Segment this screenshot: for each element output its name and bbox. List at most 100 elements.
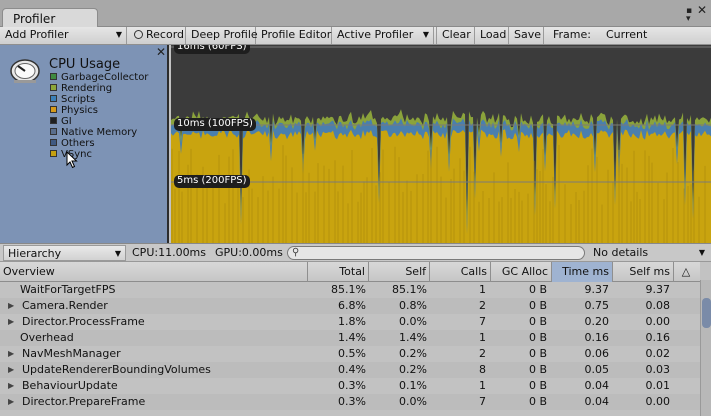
row-name: Camera.Render: [22, 299, 108, 312]
expand-arrow-icon[interactable]: ▶: [8, 314, 14, 330]
legend-item-native-memory[interactable]: Native Memory: [50, 127, 137, 138]
record-toggle[interactable]: Record: [129, 27, 186, 44]
cell-calls: 2: [479, 347, 486, 360]
legend-label: Scripts: [61, 94, 96, 105]
expand-arrow-icon[interactable]: ▶: [8, 346, 14, 362]
expand-arrow-icon[interactable]: ▶: [8, 394, 14, 410]
cell-calls: 8: [479, 363, 486, 376]
fps-label-100: 10ms (100FPS): [174, 118, 256, 131]
column-header-total[interactable]: Total: [308, 262, 369, 282]
column-header-time-ms[interactable]: Time ms: [552, 262, 613, 282]
cell-self: 0.0%: [399, 315, 427, 328]
search-input[interactable]: ⚲: [287, 246, 585, 260]
hierarchy-toolbar: Hierarchy ▼ CPU:11.00ms GPU:0.00ms ⚲ No d…: [0, 243, 711, 262]
warning-triangle-icon[interactable]: △: [676, 264, 696, 280]
column-header-self-ms[interactable]: Self ms: [613, 262, 674, 282]
table-row[interactable]: ▶ BehaviourUpdate 0.3% 0.1% 1 0 B 0.04 0.01: [0, 378, 700, 394]
cell-self-ms: 0.08: [645, 299, 671, 312]
row-name: WaitForTargetFPS: [20, 283, 116, 296]
legend-item-garbagecollector[interactable]: GarbageCollector: [50, 72, 148, 83]
column-header-calls[interactable]: Calls: [430, 262, 491, 282]
legend-swatch: [50, 128, 57, 135]
profiler-window-tab[interactable]: Profiler: [2, 8, 98, 27]
expand-arrow-icon[interactable]: ▶: [8, 378, 14, 394]
window-close-icon[interactable]: ✕: [697, 3, 707, 17]
cell-gc-alloc: 0 B: [528, 347, 547, 360]
clear-button[interactable]: Clear: [436, 27, 475, 44]
column-header-self[interactable]: Self: [369, 262, 430, 282]
cell-self-ms: 0.16: [645, 331, 671, 344]
legend-label: Physics: [61, 105, 98, 116]
table-row[interactable]: ▶ Director.PrepareFrame 0.3% 0.0% 7 0 B 0.04 0.…: [0, 394, 700, 410]
cell-total: 85.1%: [331, 283, 366, 296]
details-dropdown[interactable]: No details ▼: [589, 245, 709, 261]
view-mode-dropdown[interactable]: Hierarchy ▼: [3, 245, 126, 261]
legend-item-physics[interactable]: Physics: [50, 105, 98, 116]
save-button[interactable]: Save: [509, 27, 544, 44]
legend-item-scripts[interactable]: Scripts: [50, 94, 95, 105]
cell-self: 1.4%: [399, 331, 427, 344]
table-row[interactable]: ▶ UpdateRendererBoundingVolumes 0.4% 0.2% 8 0…: [0, 362, 700, 378]
legend-item-others[interactable]: Others: [50, 138, 95, 149]
profiler-toolbar: Add Profiler ▼ Record Deep Profile Profil…: [0, 27, 711, 45]
deep-profile-label: Deep Profile: [191, 28, 258, 41]
profiler-hierarchy-table: Overview Total Self Calls GC Alloc Time …: [0, 262, 711, 416]
cpu-graph-plot: [171, 46, 711, 243]
add-profiler-dropdown[interactable]: Add Profiler ▼: [0, 27, 127, 44]
frame-value[interactable]: Current: [606, 27, 647, 43]
active-profiler-label: Active Profiler: [337, 28, 414, 41]
cell-calls: 7: [479, 395, 486, 408]
cell-time-ms: 0.06: [584, 347, 610, 360]
view-mode-label: Hierarchy: [8, 247, 62, 260]
legend-label: GarbageCollector: [61, 72, 149, 83]
cpu-usage-graph[interactable]: 16ms (60FPS) 10ms (100FPS) 5ms (200FPS): [171, 45, 711, 243]
cell-self: 0.0%: [399, 395, 427, 408]
legend-swatch: [50, 84, 57, 91]
expand-arrow-icon[interactable]: ▶: [8, 362, 14, 378]
table-row[interactable]: Overhead 1.4% 1.4% 1 0 B 0.16 0.16: [0, 330, 700, 346]
cpu-legend-panel[interactable]: CPU Usage ✕ GarbageCollector Rendering Scr…: [0, 45, 169, 243]
save-label: Save: [514, 28, 542, 41]
cpu-usage-title: CPU Usage: [49, 57, 121, 72]
cell-gc-alloc: 0 B: [528, 299, 547, 312]
expand-arrow-icon[interactable]: ▶: [8, 298, 14, 314]
legend-item-rendering[interactable]: Rendering: [50, 83, 112, 94]
table-header: Overview Total Self Calls GC Alloc Time …: [0, 262, 700, 282]
record-icon: [134, 30, 143, 39]
cpu-time-readout: CPU:11.00ms: [132, 246, 207, 259]
legend-swatch: [50, 139, 57, 146]
cell-time-ms: 0.05: [584, 363, 610, 376]
cell-self: 0.2%: [399, 363, 427, 376]
cell-gc-alloc: 0 B: [528, 315, 547, 328]
legend-swatch: [50, 95, 57, 102]
gpu-time-readout: GPU:0.00ms: [215, 246, 283, 259]
column-header-gc-alloc[interactable]: GC Alloc: [491, 262, 552, 282]
window-menu-icon[interactable]: ▪ ▾: [686, 7, 692, 24]
active-profiler-dropdown[interactable]: Active Profiler ▼: [332, 27, 434, 44]
mouse-cursor-icon: [66, 151, 78, 169]
cell-self-ms: 0.03: [645, 363, 671, 376]
scrollbar-thumb[interactable]: [702, 298, 711, 328]
legend-item-gi[interactable]: GI: [50, 116, 72, 127]
cell-gc-alloc: 0 B: [528, 331, 547, 344]
cell-total: 0.3%: [338, 379, 366, 392]
table-row[interactable]: ▶ NavMeshManager 0.5% 0.2% 2 0 B 0.06 0.02: [0, 346, 700, 362]
cell-total: 6.8%: [338, 299, 366, 312]
table-row[interactable]: WaitForTargetFPS 85.1% 85.1% 1 0 B 9.37 9.37: [0, 282, 700, 298]
legend-swatch: [50, 150, 57, 157]
legend-swatch: [50, 106, 57, 113]
profile-editor-toggle[interactable]: Profile Editor: [256, 27, 332, 44]
vertical-scrollbar[interactable]: [700, 280, 711, 416]
load-label: Load: [480, 28, 507, 41]
table-row[interactable]: ▶ Director.ProcessFrame 1.8% 0.0% 7 0 B 0.20 0.…: [0, 314, 700, 330]
cell-gc-alloc: 0 B: [528, 395, 547, 408]
close-icon[interactable]: ✕: [156, 45, 166, 59]
row-name: Director.ProcessFrame: [22, 315, 145, 328]
column-header-overview[interactable]: Overview: [0, 262, 308, 282]
load-button[interactable]: Load: [475, 27, 509, 44]
table-row[interactable]: ▶ Camera.Render 6.8% 0.8% 2 0 B 0.75 0.08: [0, 298, 700, 314]
profile-editor-label: Profile Editor: [261, 28, 332, 41]
deep-profile-toggle[interactable]: Deep Profile: [186, 27, 258, 44]
row-name: Director.PrepareFrame: [22, 395, 146, 408]
cell-calls: 1: [479, 331, 486, 344]
